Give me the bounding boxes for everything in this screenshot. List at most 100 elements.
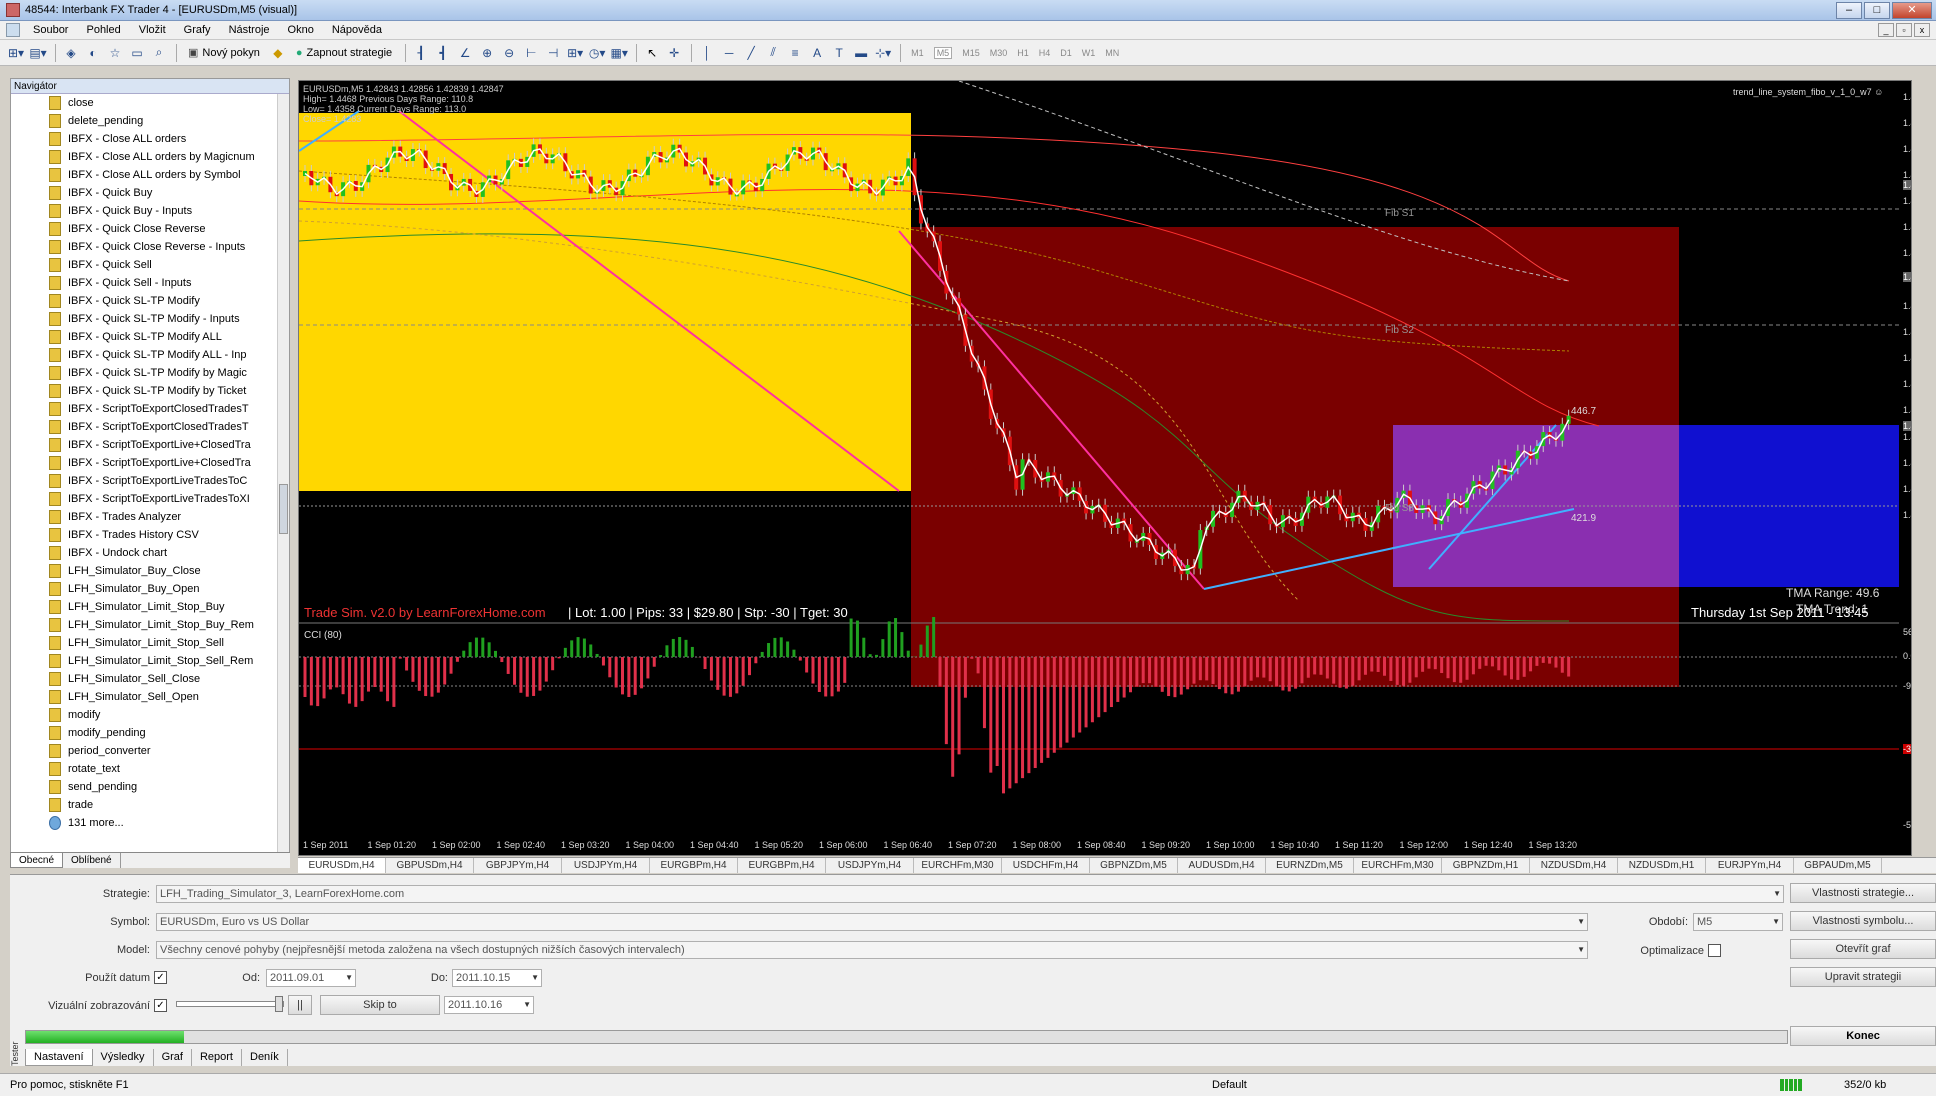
close-button[interactable]: ✕ — [1892, 2, 1932, 19]
chart-tab[interactable]: NZDUSDm,H1 — [1618, 858, 1706, 873]
use-date-checkbox[interactable]: ✓ — [154, 971, 167, 984]
vertical-line-icon[interactable]: │ — [697, 43, 717, 63]
minimize-button[interactable]: – — [1836, 2, 1862, 19]
candlestick-icon[interactable]: ┫ — [433, 43, 453, 63]
menu-help[interactable]: Nápověda — [323, 24, 391, 36]
autotrading-button[interactable]: ● Zapnout strategie — [290, 43, 398, 63]
navigator-item[interactable]: IBFX - Quick Buy — [11, 184, 283, 202]
model-select[interactable]: Všechny cenové pohyby (nejpřesnější meto… — [156, 941, 1588, 959]
mdi-minimize-button[interactable]: _ — [1878, 23, 1894, 37]
new-chart-icon[interactable]: ⊞▾ — [6, 43, 26, 63]
tab-settings[interactable]: Nastavení — [25, 1049, 93, 1066]
trendline-icon[interactable]: ╱ — [741, 43, 761, 63]
fibonacci-icon[interactable]: ≡ — [785, 43, 805, 63]
market-watch-icon[interactable]: ◈ — [61, 43, 81, 63]
mdi-close-button[interactable]: x — [1914, 23, 1930, 37]
chart-tab[interactable]: EURGBPm,H4 — [650, 858, 738, 873]
chart-tab[interactable]: EURUSDm,H4 — [298, 858, 386, 873]
navigator-item[interactable]: IBFX - ScriptToExportClosedTradesT — [11, 418, 283, 436]
navigator-item[interactable]: IBFX - ScriptToExportLive+ClosedTra — [11, 454, 283, 472]
symbol-properties-button[interactable]: Vlastnosti symbolu... — [1790, 911, 1936, 931]
chart-tab[interactable]: EURNZDm,M5 — [1266, 858, 1354, 873]
navigator-item[interactable]: delete_pending — [11, 112, 283, 130]
optimization-checkbox[interactable] — [1708, 944, 1721, 957]
label-icon[interactable]: T — [829, 43, 849, 63]
symbol-select[interactable]: EURUSDm, Euro vs US Dollar ▼ — [156, 913, 1588, 931]
from-date-field[interactable]: 2011.09.01 ▼ — [266, 969, 356, 987]
scrollbar-thumb[interactable] — [279, 484, 288, 534]
navigator-item[interactable]: LFH_Simulator_Sell_Open — [11, 688, 283, 706]
strategy-select[interactable]: LFH_Trading_Simulator_3, LearnForexHome.… — [156, 885, 1784, 903]
menu-tools[interactable]: Nástroje — [220, 24, 279, 36]
arrows-icon[interactable]: ▬ — [851, 43, 871, 63]
navigator-item[interactable]: rotate_text — [11, 760, 283, 778]
visual-speed-slider[interactable] — [176, 996, 284, 1012]
slider-handle[interactable] — [275, 996, 283, 1012]
navigator-item[interactable]: IBFX - Quick Buy - Inputs — [11, 202, 283, 220]
navigator-item[interactable]: close — [11, 94, 283, 112]
bar-chart-icon[interactable]: ┨ — [411, 43, 431, 63]
navigator-item[interactable]: LFH_Simulator_Limit_Stop_Buy — [11, 598, 283, 616]
expert-properties-button[interactable]: Vlastnosti strategie... — [1790, 883, 1936, 903]
chart-tab[interactable]: NZDUSDm,H4 — [1530, 858, 1618, 873]
menu-insert[interactable]: Vložit — [130, 24, 175, 36]
navigator-item[interactable]: period_converter — [11, 742, 283, 760]
tf-m30[interactable]: M30 — [990, 48, 1008, 58]
tf-h4[interactable]: H4 — [1039, 48, 1051, 58]
navigator-item[interactable]: IBFX - Quick SL-TP Modify - Inputs — [11, 310, 283, 328]
periods-icon[interactable]: ◷▾ — [587, 43, 607, 63]
navigator-item[interactable]: IBFX - Quick SL-TP Modify by Magic — [11, 364, 283, 382]
navigator-icon[interactable]: ☆ — [105, 43, 125, 63]
navigator-item[interactable]: modify_pending — [11, 724, 283, 742]
navigator-item[interactable]: IBFX - Trades History CSV — [11, 526, 283, 544]
navigator-item[interactable]: IBFX - Close ALL orders by Symbol — [11, 166, 283, 184]
navigator-item[interactable]: IBFX - ScriptToExportLiveTradesToXI — [11, 490, 283, 508]
chart-tab[interactable]: USDJPYm,H4 — [562, 858, 650, 873]
navigator-item[interactable]: trade — [11, 796, 283, 814]
navigator-item[interactable]: IBFX - ScriptToExportLive+ClosedTra — [11, 436, 283, 454]
navigator-item[interactable]: IBFX - Quick SL-TP Modify — [11, 292, 283, 310]
autoscroll-icon[interactable]: ⊣ — [543, 43, 563, 63]
text-icon[interactable]: A — [807, 43, 827, 63]
navigator-item[interactable]: IBFX - Trades Analyzer — [11, 508, 283, 526]
chart-tab[interactable]: EURCHFm,M30 — [914, 858, 1002, 873]
chart-tab[interactable]: USDCHFm,H4 — [1002, 858, 1090, 873]
chart-tab[interactable]: USDJPYm,H4 — [826, 858, 914, 873]
navigator-item[interactable]: IBFX - ScriptToExportLiveTradesToC — [11, 472, 283, 490]
horizontal-line-icon[interactable]: ─ — [719, 43, 739, 63]
menu-view[interactable]: Pohled — [77, 24, 129, 36]
visual-mode-checkbox[interactable]: ✓ — [154, 999, 167, 1012]
chart-shift-icon[interactable]: ⊢ — [521, 43, 541, 63]
navigator-item[interactable]: IBFX - Close ALL orders by Magicnum — [11, 148, 283, 166]
crosshair-icon[interactable]: ✛ — [664, 43, 684, 63]
new-order-button[interactable]: ▣ Nový pokyn — [182, 43, 266, 63]
chart-tab[interactable]: EURGBPm,H4 — [738, 858, 826, 873]
zoom-in-icon[interactable]: ⊕ — [477, 43, 497, 63]
metaeditor-icon[interactable]: ◆ — [268, 43, 288, 63]
indicators-icon[interactable]: ⊞▾ — [565, 43, 585, 63]
line-chart-icon[interactable]: ∠ — [455, 43, 475, 63]
to-date-field[interactable]: 2011.10.15 ▼ — [452, 969, 542, 987]
chart-tab[interactable]: EURCHFm,M30 — [1354, 858, 1442, 873]
tab-graph[interactable]: Graf — [154, 1049, 192, 1066]
channel-icon[interactable]: ⫽ — [763, 43, 783, 63]
navigator-item[interactable]: 131 more... — [11, 814, 283, 832]
navigator-item[interactable]: LFH_Simulator_Limit_Stop_Sell — [11, 634, 283, 652]
navigator-item[interactable]: LFH_Simulator_Sell_Close — [11, 670, 283, 688]
tf-w1[interactable]: W1 — [1082, 48, 1096, 58]
shapes-icon[interactable]: ⊹▾ — [873, 43, 893, 63]
navigator-item[interactable]: IBFX - Quick Close Reverse - Inputs — [11, 238, 283, 256]
navigator-item[interactable]: LFH_Simulator_Buy_Open — [11, 580, 283, 598]
chart-tab[interactable]: AUDUSDm,H4 — [1178, 858, 1266, 873]
modify-expert-button[interactable]: Upravit strategii — [1790, 967, 1936, 987]
chart-tab[interactable]: GBPNZDm,M5 — [1090, 858, 1178, 873]
navigator-item[interactable]: IBFX - Quick Sell — [11, 256, 283, 274]
templates-icon[interactable]: ▦▾ — [609, 43, 629, 63]
price-chart[interactable]: EURUSDm,M5 1.42843 1.42856 1.42839 1.428… — [298, 80, 1912, 856]
chart-tab[interactable]: GBPUSDm,H4 — [386, 858, 474, 873]
skip-to-date-field[interactable]: 2011.10.16 ▼ — [444, 996, 534, 1014]
tf-h1[interactable]: H1 — [1017, 48, 1029, 58]
maximize-button[interactable]: □ — [1864, 2, 1890, 19]
navigator-item[interactable]: IBFX - Quick Sell - Inputs — [11, 274, 283, 292]
tab-journal[interactable]: Deník — [242, 1049, 288, 1066]
